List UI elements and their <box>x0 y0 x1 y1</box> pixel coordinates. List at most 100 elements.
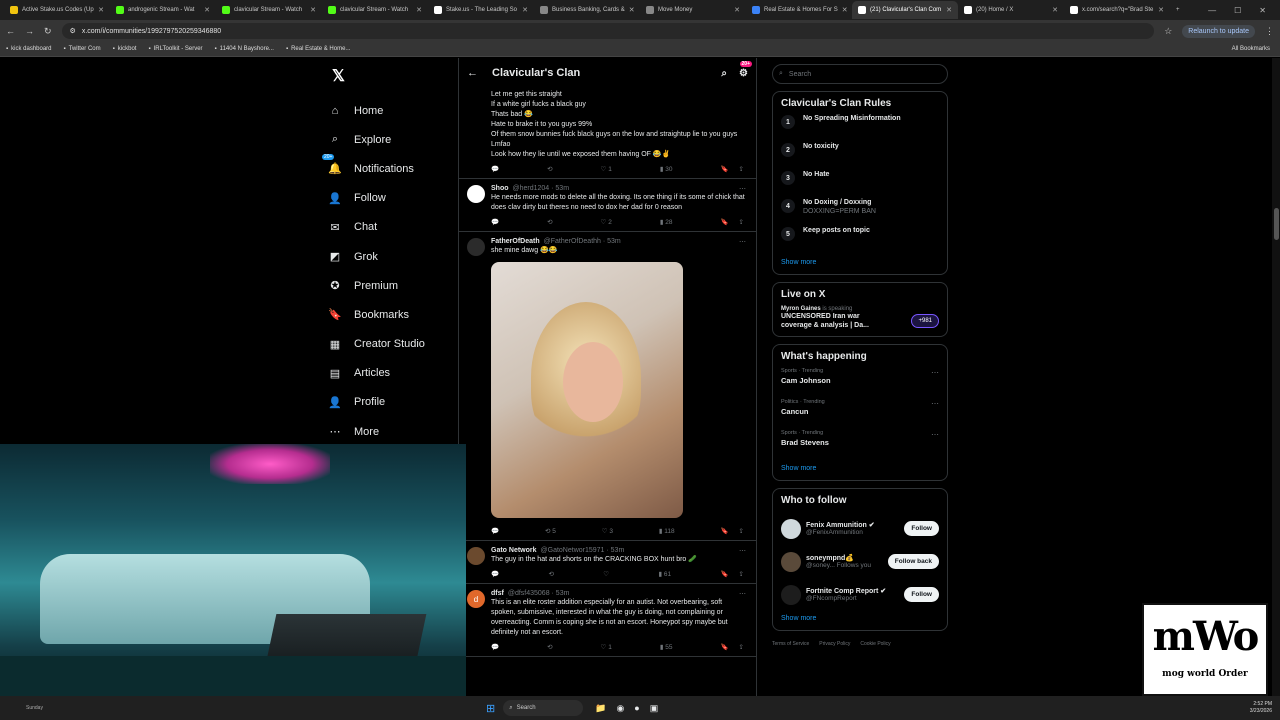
nav-item-follow[interactable]: 👤 Follow <box>328 184 458 213</box>
like-button[interactable]: ♡ 3 <box>602 527 613 535</box>
close-tab-icon[interactable]: ✕ <box>416 6 422 14</box>
nav-item-articles[interactable]: ▤ Articles <box>328 359 458 388</box>
url-field[interactable]: ⚙ x.com/i/communities/199279752025934688… <box>61 23 1155 39</box>
follow-suggestion[interactable]: Fenix Ammunition ✔ @FenixAmmunition Follow <box>781 512 939 545</box>
post-author-name[interactable]: Gato Network <box>491 547 537 555</box>
close-tab-icon[interactable]: ✕ <box>310 6 316 14</box>
repost-button[interactable]: ⟲ <box>547 218 552 226</box>
reply-button[interactable]: 💬 <box>491 643 499 651</box>
views-button[interactable]: ▮ 30 <box>660 165 673 173</box>
views-button[interactable]: ▮ 118 <box>659 527 675 535</box>
reply-button[interactable]: 💬 <box>491 570 499 578</box>
avatar[interactable]: d <box>467 590 485 608</box>
bookmark-icon[interactable]: 🔖 <box>720 527 728 535</box>
browser-tab[interactable]: Business Banking, Cards & ✕ <box>534 1 640 19</box>
post-photo[interactable] <box>491 262 683 518</box>
like-button[interactable]: ♡ 1 <box>601 643 612 651</box>
follow-suggestion[interactable]: soneympnd💰 @soney... Follows you Follow ba… <box>781 545 939 578</box>
avatar[interactable] <box>467 238 485 256</box>
reply-button[interactable]: 💬 <box>491 218 499 226</box>
scrollbar-thumb[interactable] <box>1274 208 1279 240</box>
close-tab-icon[interactable]: ✕ <box>946 6 952 14</box>
browser-tab[interactable]: Stake.us - The Leading So ✕ <box>428 1 534 19</box>
nav-item-chat[interactable]: ✉ Chat <box>328 213 458 242</box>
browser-tab[interactable]: Active Stake.us Codes (Up ✕ <box>4 1 110 19</box>
footer-link[interactable]: Cookie Policy <box>860 641 890 647</box>
post[interactable]: FatherOfDeath @FatherOfDeathh · 53m ⋯ she m… <box>459 232 756 541</box>
share-icon[interactable]: ⇪ <box>739 570 744 578</box>
post[interactable]: Gato Network @GatoNetwor15971 · 53m ⋯ The g… <box>459 541 756 584</box>
avatar[interactable] <box>781 551 801 572</box>
trend-item[interactable]: Sports · Trending Cam Johnson ⋯ <box>781 368 939 399</box>
share-icon[interactable]: ⇪ <box>739 527 744 535</box>
nav-item-bookmarks[interactable]: 🔖 Bookmarks <box>328 300 458 329</box>
like-button[interactable]: ♡ 2 <box>601 218 612 226</box>
taskbar-search[interactable]: ⌕ Search <box>503 700 584 716</box>
close-window-icon[interactable]: ✕ <box>1259 6 1266 15</box>
menu-icon[interactable]: ⋮ <box>1265 26 1274 37</box>
close-tab-icon[interactable]: ✕ <box>734 6 740 14</box>
nav-item-premium[interactable]: ✪ Premium <box>328 271 458 300</box>
x-logo-icon[interactable]: 𝕏 <box>332 66 458 86</box>
more-icon[interactable]: ⋯ <box>739 590 746 598</box>
bookmark-item[interactable]: ▪ IRLToolkit - Server <box>148 46 202 52</box>
like-button[interactable]: ♡ <box>603 570 609 578</box>
nav-item-creator-studio[interactable]: ▦ Creator Studio <box>328 330 458 359</box>
back-icon[interactable]: ← <box>6 26 15 36</box>
browser-tab[interactable]: androgenic Stream - Wat ✕ <box>110 1 216 19</box>
browser-tab[interactable]: Real Estate & Homes For S ✕ <box>746 1 852 19</box>
bookmark-item[interactable]: ▪ 11404 N Bayshore... <box>215 46 274 52</box>
close-tab-icon[interactable]: ✕ <box>629 6 635 14</box>
share-icon[interactable]: ⇪ <box>739 165 744 173</box>
follow-suggestion[interactable]: Fortnite Comp Report ✔ @FNcompReport Follo… <box>781 578 939 611</box>
views-button[interactable]: ▮ 55 <box>660 643 673 651</box>
browser-tab[interactable]: clavicular Stream - Watch ✕ <box>322 1 428 19</box>
site-info-icon[interactable]: ⚙ <box>70 27 76 35</box>
community-rule[interactable]: 1 No Spreading Misinformation <box>781 115 939 143</box>
reload-icon[interactable]: ↻ <box>44 26 52 37</box>
browser-tab[interactable]: clavicular Stream - Watch ✕ <box>216 1 322 19</box>
post-handle[interactable]: @herd1204 · 53m <box>513 185 570 193</box>
bookmark-icon[interactable]: 🔖 <box>720 165 728 173</box>
trend-item[interactable]: Sports · Trending Brad Stevens ⋯ <box>781 430 939 461</box>
trends-show-more-link[interactable]: Show more <box>781 465 939 472</box>
reply-button[interactable]: 💬 <box>491 165 499 173</box>
close-tab-icon[interactable]: ✕ <box>204 6 210 14</box>
back-arrow-icon[interactable]: ← <box>467 67 478 79</box>
post-handle[interactable]: @dfsf435068 · 53m <box>508 590 570 598</box>
more-icon[interactable]: ⋯ <box>931 399 939 430</box>
search-icon[interactable]: ⌕ <box>721 68 727 79</box>
post[interactable]: Let me get this straight If a white girl… <box>459 88 756 179</box>
bookmark-item[interactable]: ▪ kickbot <box>113 46 137 52</box>
views-button[interactable]: ▮ 61 <box>658 570 671 578</box>
more-icon[interactable]: ⋯ <box>739 547 746 555</box>
spotify-icon[interactable]: ● <box>634 703 639 714</box>
search-input[interactable]: ⌕ Search <box>772 64 948 84</box>
follow-show-more-link[interactable]: Show more <box>781 615 939 622</box>
nav-item-profile[interactable]: 👤 Profile <box>328 388 458 417</box>
live-listeners-pill[interactable]: +981 <box>911 314 939 328</box>
community-rule[interactable]: 5 Keep posts on topic <box>781 227 939 255</box>
nav-item-notifications[interactable]: 🔔 20+ Notifications <box>322 154 458 183</box>
close-tab-icon[interactable]: ✕ <box>1158 6 1164 14</box>
minimize-icon[interactable]: — <box>1208 6 1216 15</box>
follow-button[interactable]: Follow <box>904 587 939 602</box>
footer-link[interactable]: Terms of Service <box>772 641 809 647</box>
forward-icon[interactable]: → <box>25 26 34 36</box>
community-rule[interactable]: 3 No Hate <box>781 171 939 199</box>
reply-button[interactable]: 💬 <box>491 527 499 535</box>
bookmark-item[interactable]: ▪ kick dashboard <box>6 46 52 52</box>
app-icon[interactable]: ▣ <box>650 703 659 714</box>
nav-item-explore[interactable]: ⌕ Explore <box>328 125 458 154</box>
more-icon[interactable]: ⋯ <box>931 368 939 399</box>
avatar[interactable] <box>467 185 485 203</box>
nav-item-home[interactable]: ⌂ Home <box>328 96 458 125</box>
more-icon[interactable]: ⋯ <box>739 185 746 193</box>
nav-item-more[interactable]: ⋯ More <box>328 417 458 446</box>
avatar[interactable] <box>781 518 801 539</box>
post-handle[interactable]: @GatoNetwor15971 · 53m <box>541 547 625 555</box>
star-icon[interactable]: ☆ <box>1164 26 1172 37</box>
browser-tab[interactable]: Move Money ✕ <box>640 1 746 19</box>
browser-tab[interactable]: (21) Clavicular's Clan Com ✕ <box>852 1 958 19</box>
repost-button[interactable]: ⟲ <box>548 570 553 578</box>
